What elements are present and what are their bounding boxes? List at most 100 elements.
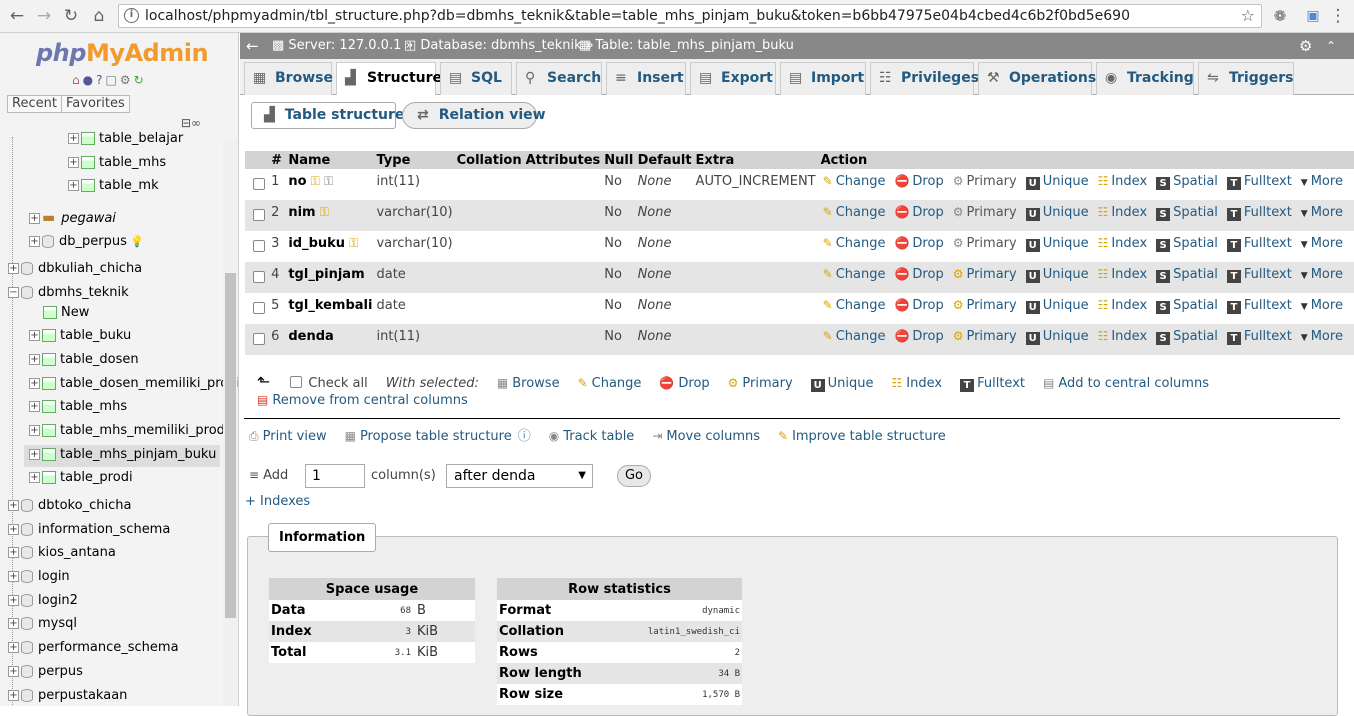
primary-action-link[interactable]: Primary xyxy=(966,205,1016,220)
settings-gear-icon[interactable]: ⚙ xyxy=(1299,33,1312,59)
tree-item[interactable]: + performance_schema xyxy=(8,638,179,660)
more-action-link[interactable]: More xyxy=(1311,329,1343,344)
header-default[interactable]: Default xyxy=(635,151,694,169)
tree-item[interactable]: + information_schema xyxy=(8,520,170,542)
primary-action-link[interactable]: Primary xyxy=(966,298,1016,313)
row-checkbox[interactable] xyxy=(253,333,265,345)
expand-icon[interactable]: + xyxy=(29,449,40,460)
extension-2-icon[interactable]: ▣ xyxy=(1302,5,1324,27)
fulltext-action-link[interactable]: Fulltext xyxy=(1244,236,1292,251)
breadcrumb-table[interactable]: ▦ Table: table_mhs_pinjam_buku xyxy=(579,33,794,59)
tree-item[interactable]: + table_mk xyxy=(68,176,159,198)
tab-operations[interactable]: ⚒ Operations xyxy=(978,62,1096,95)
tree-item[interactable]: + perpustakaan xyxy=(8,686,127,706)
expand-icon[interactable]: + xyxy=(8,690,19,701)
tree-item[interactable]: + db_perpus 💡 xyxy=(29,232,144,254)
more-action-link[interactable]: More xyxy=(1311,267,1343,282)
tree-item[interactable]: − dbmhs_teknik xyxy=(8,283,129,305)
tab-triggers[interactable]: ⇋ Triggers xyxy=(1198,62,1294,95)
reload-icon[interactable]: ↻ xyxy=(60,5,82,27)
header-attributes[interactable]: Attributes xyxy=(523,151,603,169)
column-name[interactable]: no xyxy=(288,174,306,189)
index-action-link[interactable]: Index xyxy=(1111,267,1147,282)
row-checkbox[interactable] xyxy=(253,271,265,283)
tree-item[interactable]: + table_mhs_pinjam_buku xyxy=(24,445,220,467)
address-bar[interactable]: i localhost/phpmyadmin/tbl_structure.php… xyxy=(118,4,1262,28)
expand-icon[interactable]: + xyxy=(8,666,19,677)
tab-export[interactable]: ▤ Export xyxy=(690,62,776,95)
expand-icon[interactable]: + xyxy=(68,180,79,191)
forward-icon[interactable]: → xyxy=(33,5,55,27)
drop-action-link[interactable]: Drop xyxy=(912,205,943,220)
tree-item[interactable]: + ▬ pegawai xyxy=(29,208,116,230)
home-icon[interactable]: ⌂ xyxy=(88,5,110,27)
expand-icon[interactable]: + xyxy=(8,595,19,606)
propose-structure-link[interactable]: Propose table structure xyxy=(360,429,512,444)
collapse-icon[interactable]: − xyxy=(8,287,19,298)
drop-action-link[interactable]: Drop xyxy=(912,174,943,189)
tab-privileges[interactable]: ☷ Privileges xyxy=(870,62,979,95)
spatial-action-link[interactable]: Spatial xyxy=(1173,174,1218,189)
tree-item[interactable]: + table_mhs xyxy=(68,153,166,175)
move-columns-link[interactable]: Move columns xyxy=(666,429,760,444)
expand-icon[interactable]: + xyxy=(8,547,19,558)
index-action-link[interactable]: Index xyxy=(1111,236,1147,251)
tree-item[interactable]: + kios_antana xyxy=(8,543,116,565)
change-action-link[interactable]: Change xyxy=(836,236,886,251)
bulk-browse-link[interactable]: Browse xyxy=(512,376,559,391)
cell-name[interactable]: id_buku ⚿ xyxy=(286,231,375,262)
indexes-toggle-link[interactable]: + Indexes xyxy=(245,494,310,509)
expand-icon[interactable]: + xyxy=(29,425,40,436)
expand-icon[interactable]: + xyxy=(8,642,19,653)
bulk-fulltext-link[interactable]: Fulltext xyxy=(977,376,1025,391)
drop-action-link[interactable]: Drop xyxy=(912,236,943,251)
index-action-link[interactable]: Index xyxy=(1111,298,1147,313)
expand-icon[interactable]: + xyxy=(68,133,79,144)
tree-item[interactable]: + table_mhs xyxy=(29,397,127,419)
recent-tab[interactable]: Recent xyxy=(7,95,62,113)
tree-item[interactable]: + table_dosen_memiliki_prodi xyxy=(29,374,238,396)
sidebar-scrollbar-thumb[interactable] xyxy=(225,273,236,618)
phpmyadmin-logo[interactable]: phpMyAdmin xyxy=(36,39,209,67)
change-action-link[interactable]: Change xyxy=(836,298,886,313)
back-icon[interactable]: ← xyxy=(6,5,28,27)
site-info-icon[interactable]: i xyxy=(124,8,139,23)
cell-name[interactable]: tgl_pinjam xyxy=(286,262,375,293)
tree-item[interactable]: + mysql xyxy=(8,614,77,636)
tree-item[interactable]: + login2 xyxy=(8,591,78,613)
expand-icon[interactable]: + xyxy=(29,472,40,483)
unique-action-link[interactable]: Unique xyxy=(1043,174,1089,189)
expand-icon[interactable]: + xyxy=(8,263,19,274)
column-position-select[interactable]: after denda ▼ xyxy=(446,464,593,488)
more-action-link[interactable]: More xyxy=(1311,236,1343,251)
logout-icon[interactable]: ● xyxy=(83,73,96,87)
bulk-unique-link[interactable]: Unique xyxy=(828,376,874,391)
tab-insert[interactable]: ≡ Insert xyxy=(606,62,686,95)
spatial-action-link[interactable]: Spatial xyxy=(1173,236,1218,251)
extension-icon[interactable]: ❁ xyxy=(1269,5,1291,27)
tab-browse[interactable]: ▦ Browse xyxy=(244,62,333,95)
change-action-link[interactable]: Change xyxy=(836,329,886,344)
print-view-link[interactable]: Print view xyxy=(263,429,327,444)
subtab-relation-view[interactable]: ⇄ Relation view xyxy=(402,102,546,129)
subtab-table-structure[interactable]: ▟ Table structure xyxy=(251,102,404,129)
tree-item[interactable]: + table_mhs_memiliki_prodi xyxy=(29,421,229,443)
column-name[interactable]: tgl_kembali xyxy=(288,298,372,313)
primary-action-link[interactable]: Primary xyxy=(966,267,1016,282)
primary-action-link[interactable]: Primary xyxy=(966,236,1016,251)
more-action-link[interactable]: More xyxy=(1311,174,1343,189)
change-action-link[interactable]: Change xyxy=(836,205,886,220)
go-button[interactable]: Go xyxy=(617,465,651,487)
tab-tracking[interactable]: ◉ Tracking xyxy=(1096,62,1194,95)
home-icon[interactable]: ⌂ xyxy=(72,73,83,87)
spatial-action-link[interactable]: Spatial xyxy=(1173,205,1218,220)
expand-icon[interactable]: + xyxy=(29,330,40,341)
column-name[interactable]: tgl_pinjam xyxy=(288,267,364,282)
tree-item[interactable]: + table_prodi xyxy=(29,468,133,490)
header-type[interactable]: Type xyxy=(374,151,455,169)
primary-action-link[interactable]: Primary xyxy=(966,329,1016,344)
fulltext-action-link[interactable]: Fulltext xyxy=(1244,298,1292,313)
change-action-link[interactable]: Change xyxy=(836,267,886,282)
fulltext-action-link[interactable]: Fulltext xyxy=(1244,329,1292,344)
fulltext-action-link[interactable]: Fulltext xyxy=(1244,174,1292,189)
